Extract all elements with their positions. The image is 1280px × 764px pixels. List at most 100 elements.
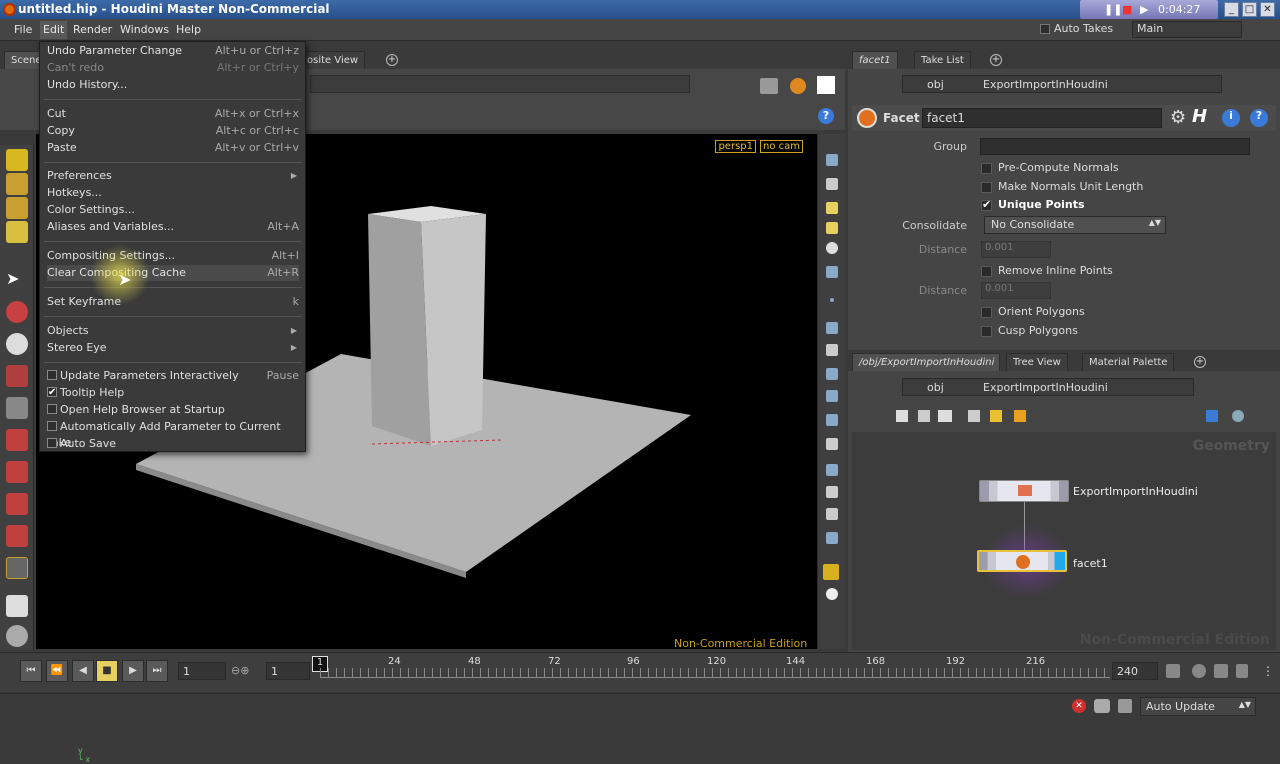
scale-tool-icon[interactable]	[6, 365, 28, 387]
make-normals-unit-checkbox[interactable]	[981, 181, 992, 193]
normals-icon[interactable]	[826, 344, 838, 356]
network-path-bar[interactable]: obj ExportImportInHoudini	[902, 378, 1194, 396]
step-back-button[interactable]: ⏪	[46, 660, 68, 682]
globe-icon[interactable]	[6, 625, 28, 647]
menu-item-cut[interactable]: Cut Alt+x or Ctrl+x	[47, 106, 299, 122]
no-cam-menu[interactable]: no cam	[759, 140, 803, 153]
orient-polygons-row[interactable]: Orient Polygons	[981, 305, 1085, 318]
grid-icon[interactable]	[826, 438, 838, 450]
point-icon[interactable]	[830, 298, 834, 302]
recorder-widget[interactable]: ❚❚ ■ ▶ 0:04:27	[1080, 0, 1218, 19]
magnet3-tool-icon[interactable]	[6, 493, 28, 515]
current-frame-field[interactable]: 1	[266, 662, 310, 680]
particles-icon[interactable]	[826, 464, 838, 476]
display-icon[interactable]	[817, 76, 835, 94]
network-editor[interactable]: Geometry ExportImportInHoudini facet1 No…	[852, 432, 1276, 650]
group-field[interactable]	[980, 138, 1250, 155]
menu-render[interactable]: Render	[73, 23, 112, 36]
play-icon[interactable]: ▶	[1140, 3, 1148, 16]
menu-item-aliases[interactable]: Aliases and Variables... Alt+A	[47, 219, 299, 235]
orient-polygons-checkbox[interactable]	[981, 306, 992, 318]
menu-item-undo[interactable]: Undo Parameter Change Alt+u or Ctrl+z	[47, 43, 299, 59]
menu-item-clear-compositing-cache[interactable]: Clear Compositing CacheAlt+R	[47, 265, 299, 281]
light-bulb-icon[interactable]	[826, 222, 838, 234]
zoom-icon[interactable]	[1232, 410, 1244, 422]
background-icon[interactable]	[826, 532, 838, 544]
menu-file[interactable]: File	[14, 23, 32, 36]
distance2-field[interactable]: 0.001	[981, 282, 1051, 299]
update-mode-dropdown[interactable]: Auto Update ▲▼	[1140, 697, 1256, 716]
param-help-icon[interactable]: ?	[1250, 109, 1268, 127]
tab-material-palette[interactable]: Material Palette	[1082, 353, 1175, 371]
consolidate-dropdown[interactable]: No Consolidate ▲▼	[984, 216, 1166, 234]
arrow-down-icon[interactable]	[826, 508, 838, 520]
folder-icon[interactable]	[1014, 410, 1026, 422]
arrow-tool-icon[interactable]: ➤	[6, 269, 28, 291]
menu-item-undo-history[interactable]: Undo History...	[47, 77, 299, 93]
auto-add-param-checkbox[interactable]	[47, 421, 57, 431]
timeline-menu-icon[interactable]: ⋮	[1262, 664, 1274, 678]
error-icon[interactable]: ✕	[1072, 699, 1086, 713]
lock-icon[interactable]	[826, 202, 838, 214]
time-slider[interactable]	[320, 668, 1110, 678]
menu-item-objects[interactable]: Objects ▶	[47, 323, 299, 339]
node-name-field[interactable]: facet1	[922, 108, 1162, 128]
table-icon[interactable]	[918, 410, 930, 422]
view-eye-icon[interactable]	[826, 588, 838, 600]
menu-item-auto-save[interactable]: Auto Save	[47, 436, 299, 452]
tab-facet1[interactable]: facet1	[852, 51, 898, 69]
pre-compute-normals-row[interactable]: Pre-Compute Normals	[981, 161, 1119, 174]
scene-path-bar[interactable]	[310, 75, 690, 93]
magnet-tool-icon[interactable]	[6, 429, 28, 451]
param-path-bar[interactable]: obj ExportImportInHoudini	[902, 75, 1222, 93]
grid-view-icon[interactable]	[938, 410, 952, 422]
make-normals-unit-row[interactable]: Make Normals Unit Length	[981, 180, 1143, 193]
path-obj[interactable]: obj	[927, 78, 944, 91]
node-facet1[interactable]	[977, 550, 1067, 572]
network-path-node[interactable]: ExportImportInHoudini	[983, 381, 1108, 394]
rotate-tool-icon[interactable]	[6, 333, 28, 355]
auto-takes-checkbox[interactable]	[1040, 24, 1050, 34]
minimize-button[interactable]: _	[1224, 2, 1239, 17]
add-tab-icon[interactable]: +	[990, 54, 1002, 66]
move-tool-icon[interactable]	[6, 301, 28, 323]
snap-tool-icon[interactable]	[6, 557, 28, 579]
tab-composite-view[interactable]: osite View	[300, 51, 366, 69]
layout-grid-icon[interactable]	[1206, 410, 1218, 422]
maximize-button[interactable]: □	[1242, 2, 1257, 17]
menu-item-help-browser[interactable]: Open Help Browser at Startup	[47, 402, 299, 418]
note-icon[interactable]	[990, 410, 1002, 422]
auto-save-checkbox[interactable]	[47, 438, 57, 448]
persp-camera-menu[interactable]: persp1	[715, 140, 756, 153]
menu-item-copy[interactable]: Copy Alt+c or Ctrl+c	[47, 123, 299, 139]
end-frame-field[interactable]: 240	[1112, 662, 1158, 680]
menu-item-auto-add-param[interactable]: Automatically Add Parameter to Current T…	[47, 419, 299, 449]
path-node[interactable]: ExportImportInHoudini	[983, 78, 1108, 91]
info-icon[interactable]: i	[1222, 109, 1240, 127]
sphere-icon[interactable]	[826, 242, 838, 254]
sound-icon[interactable]	[1166, 664, 1180, 678]
copy-icon[interactable]	[968, 410, 980, 422]
desktop-selector[interactable]: Main	[1132, 21, 1242, 38]
menu-item-update-params[interactable]: Update Parameters Interactively Pause	[47, 368, 299, 384]
tab-tree-view[interactable]: Tree View	[1006, 353, 1068, 371]
vector-icon[interactable]	[826, 414, 838, 426]
menu-item-tooltip-help[interactable]: Tooltip Help	[47, 385, 299, 401]
remove-inline-row[interactable]: Remove Inline Points	[981, 264, 1113, 277]
menu-help[interactable]: Help	[176, 23, 201, 36]
select-tool-icon[interactable]	[6, 149, 28, 171]
remove-inline-checkbox[interactable]	[981, 265, 992, 277]
unique-points-row[interactable]: Unique Points	[981, 198, 1085, 211]
magnet2-tool-icon[interactable]	[6, 461, 28, 483]
select-points-icon[interactable]	[6, 173, 28, 195]
cusp-polygons-row[interactable]: Cusp Polygons	[981, 324, 1078, 337]
handle-tool-icon[interactable]	[6, 397, 28, 419]
tab-take-list[interactable]: Take List	[914, 51, 971, 69]
list-icon[interactable]	[896, 410, 908, 422]
image-icon[interactable]	[826, 486, 838, 498]
node-export-import[interactable]	[979, 480, 1069, 502]
start-frame-field[interactable]: 1	[178, 662, 226, 680]
tab-network-path[interactable]: /obj/ExportImportInHoudini	[852, 353, 1000, 371]
unique-points-checkbox[interactable]	[981, 198, 992, 211]
update-params-checkbox[interactable]	[47, 370, 57, 380]
